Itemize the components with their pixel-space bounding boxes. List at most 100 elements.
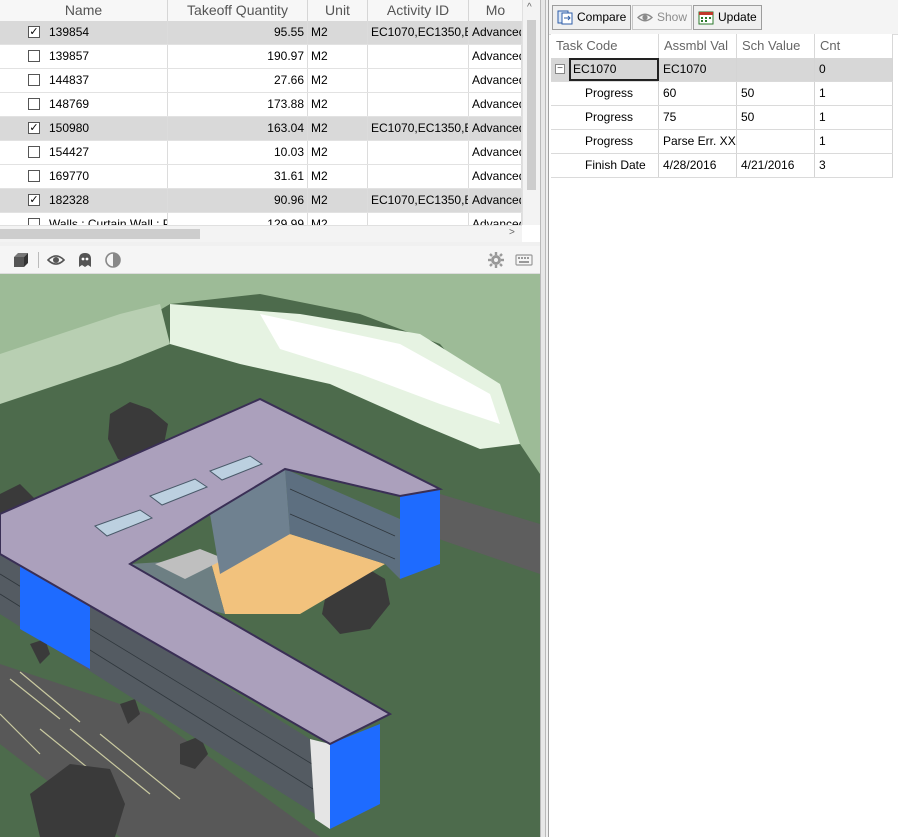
gear-icon[interactable] — [487, 251, 505, 269]
qty-cell[interactable]: 173.88 — [168, 93, 308, 116]
mo-cell[interactable]: Advanced — [469, 189, 522, 212]
cube-icon[interactable] — [12, 251, 30, 269]
name-cell[interactable]: 169770 — [0, 165, 168, 188]
task-cell[interactable]: Progress — [569, 82, 659, 105]
keyboard-icon[interactable] — [515, 251, 533, 269]
collapse-icon[interactable]: − — [555, 64, 565, 74]
column-header-task-code[interactable]: Task Code — [551, 34, 659, 58]
sch-cell[interactable]: 50 — [737, 82, 815, 105]
task-cell[interactable]: Progress — [569, 130, 659, 153]
task-cell[interactable]: Progress — [569, 106, 659, 129]
row-checkbox[interactable]: ✓ — [28, 194, 40, 206]
activity-cell[interactable]: EC1070,EC1350,EC — [368, 189, 469, 212]
activity-cell[interactable]: EC1070,EC1350,EC — [368, 21, 469, 44]
row-checkbox[interactable]: ✓ — [28, 122, 40, 134]
column-header-cnt[interactable]: Cnt — [815, 34, 893, 58]
mo-cell[interactable]: Advanced — [469, 45, 522, 68]
table-row[interactable]: 139857 190.97 M2 Advanced — [0, 45, 522, 69]
table-row[interactable]: ✓ 139854 95.55M2EC1070,EC1350,ECAdvanced — [0, 21, 522, 45]
group-assmbl-val[interactable]: EC1070 — [659, 58, 737, 81]
compare-row[interactable]: Finish Date 4/28/2016 4/21/2016 3 — [551, 154, 893, 178]
table-row[interactable]: ✓ 150980 163.04M2EC1070,EC1350,ECAdvanced — [0, 117, 522, 141]
sch-cell[interactable] — [737, 130, 815, 153]
sch-cell[interactable]: 4/21/2016 — [737, 154, 815, 177]
qty-cell[interactable]: 95.55 — [168, 21, 308, 44]
name-cell[interactable]: ✓ 182328 — [0, 189, 168, 212]
cnt-cell[interactable]: 1 — [815, 82, 893, 105]
assmbl-cell[interactable]: Parse Err. XX — [659, 130, 737, 153]
mo-cell[interactable]: Advanced — [469, 165, 522, 188]
table-row[interactable]: 154427 10.03 M2 Advanced — [0, 141, 522, 165]
expander-cell[interactable]: − — [551, 58, 569, 81]
column-header-activity-id[interactable]: Activity ID — [368, 0, 469, 21]
sch-cell[interactable]: 50 — [737, 106, 815, 129]
name-cell[interactable]: ✓ 150980 — [0, 117, 168, 140]
unit-cell[interactable]: M2 — [308, 21, 368, 44]
mo-cell[interactable]: Advanced — [469, 141, 522, 164]
compare-button[interactable]: Compare — [552, 5, 631, 30]
mo-cell[interactable]: Advanced — [469, 93, 522, 116]
activity-cell[interactable] — [368, 45, 469, 68]
qty-cell[interactable]: 31.61 — [168, 165, 308, 188]
group-cnt[interactable]: 0 — [815, 58, 893, 81]
activity-cell[interactable] — [368, 165, 469, 188]
assmbl-cell[interactable]: 75 — [659, 106, 737, 129]
row-checkbox[interactable] — [28, 98, 40, 110]
table-row[interactable]: 148769 173.88 M2 Advanced — [0, 93, 522, 117]
qty-cell[interactable]: 190.97 — [168, 45, 308, 68]
unit-cell[interactable]: M2 — [308, 45, 368, 68]
qty-cell[interactable]: 90.96 — [168, 189, 308, 212]
task-cell[interactable]: Finish Date — [569, 154, 659, 177]
mo-cell[interactable]: Advanced — [469, 69, 522, 92]
mo-cell[interactable]: Advanced — [469, 117, 522, 140]
scroll-up-icon[interactable]: ^ — [527, 2, 532, 13]
eye-icon[interactable] — [47, 251, 65, 269]
scroll-thumb-horizontal[interactable] — [0, 229, 200, 239]
3d-model-viewport[interactable] — [0, 274, 540, 837]
takeoff-grid-vertical-scrollbar[interactable]: ^ — [522, 0, 540, 225]
assmbl-cell[interactable]: 60 — [659, 82, 737, 105]
row-checkbox[interactable] — [28, 146, 40, 158]
activity-cell[interactable]: EC1070,EC1350,EC — [368, 117, 469, 140]
cnt-cell[interactable]: 3 — [815, 154, 893, 177]
name-cell[interactable]: 148769 — [0, 93, 168, 116]
unit-cell[interactable]: M2 — [308, 93, 368, 116]
column-header-assmbl-val[interactable]: Assmbl Val — [659, 34, 737, 58]
group-row[interactable]: − EC1070 EC1070 0 — [551, 58, 893, 82]
activity-cell[interactable] — [368, 69, 469, 92]
mo-cell[interactable]: Advanced — [469, 21, 522, 44]
compare-row[interactable]: Progress 75 50 1 — [551, 106, 893, 130]
cnt-cell[interactable]: 1 — [815, 106, 893, 129]
compare-row[interactable]: Progress Parse Err. XX 1 — [551, 130, 893, 154]
row-checkbox[interactable] — [28, 74, 40, 86]
unit-cell[interactable]: M2 — [308, 117, 368, 140]
column-header-takeoff-quantity[interactable]: Takeoff Quantity — [168, 0, 308, 21]
table-row[interactable]: 169770 31.61 M2 Advanced — [0, 165, 522, 189]
unit-cell[interactable]: M2 — [308, 165, 368, 188]
column-header-name[interactable]: Name — [0, 0, 168, 21]
unit-cell[interactable]: M2 — [308, 189, 368, 212]
compare-row[interactable]: Progress 60 50 1 — [551, 82, 893, 106]
contrast-icon[interactable] — [104, 251, 122, 269]
scroll-right-icon[interactable]: > — [509, 227, 515, 238]
activity-cell[interactable] — [368, 93, 469, 116]
update-button[interactable]: Update — [693, 5, 762, 30]
qty-cell[interactable]: 163.04 — [168, 117, 308, 140]
qty-cell[interactable]: 10.03 — [168, 141, 308, 164]
column-header-unit[interactable]: Unit — [308, 0, 368, 21]
scroll-thumb-vertical[interactable] — [527, 20, 536, 190]
group-sch-value[interactable] — [737, 58, 815, 81]
name-cell[interactable]: ✓ 139854 — [0, 21, 168, 44]
row-checkbox[interactable] — [28, 50, 40, 62]
qty-cell[interactable]: 27.66 — [168, 69, 308, 92]
table-row[interactable]: 144837 27.66 M2 Advanced — [0, 69, 522, 93]
name-cell[interactable]: 139857 — [0, 45, 168, 68]
column-header-model[interactable]: Mo — [469, 0, 522, 21]
name-cell[interactable]: 144837 — [0, 69, 168, 92]
ghost-icon[interactable] — [76, 251, 94, 269]
column-header-sch-value[interactable]: Sch Value — [737, 34, 815, 58]
cnt-cell[interactable]: 1 — [815, 130, 893, 153]
name-cell[interactable]: 154427 — [0, 141, 168, 164]
unit-cell[interactable]: M2 — [308, 141, 368, 164]
takeoff-grid-horizontal-scrollbar[interactable]: > — [0, 225, 522, 242]
